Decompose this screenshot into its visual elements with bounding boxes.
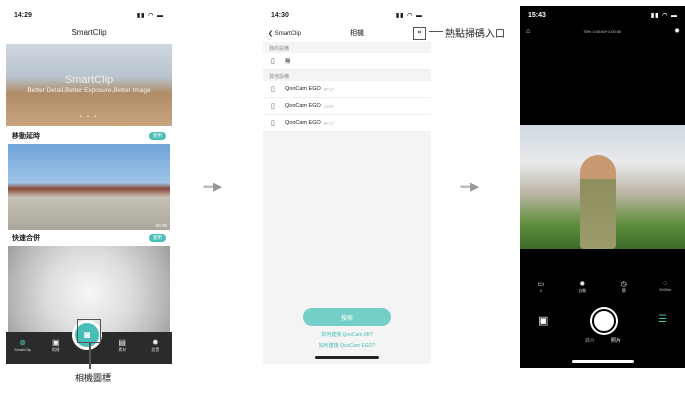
tab-material[interactable]: ▤ 素材	[110, 338, 134, 353]
gear-icon: ✹	[579, 281, 586, 288]
tab-settings[interactable]: ✹ 設置	[143, 338, 167, 353]
video-duration: 00:30	[155, 223, 167, 228]
list-item: ▯ 無	[263, 53, 431, 70]
status-time: 14:29	[14, 11, 32, 19]
mode-photo[interactable]: 照片	[611, 337, 621, 344]
help-link-ego[interactable]: 如何連接 QooCam EGO?	[263, 342, 431, 349]
callout-camera-icon: 相機圖標	[74, 373, 111, 383]
timelapse-thumbnail[interactable]: 00:30	[8, 144, 170, 230]
home-indicator	[315, 356, 379, 359]
section-title: 快速合併	[12, 235, 40, 242]
preview-subject	[580, 155, 616, 249]
banner-pager-dots: • • •	[79, 114, 99, 120]
camera-status: 75% 1:00:00+1:00:00	[583, 28, 622, 34]
use-button[interactable]: 使用	[149, 132, 166, 140]
callout-line	[429, 31, 443, 32]
tab-album[interactable]: ▣ 相冊	[44, 338, 68, 353]
flow-arrow-icon: ▪▪▪▪▶	[460, 181, 479, 193]
timer-control[interactable]: ◷ 關	[609, 280, 639, 294]
resolution-icon: ◌	[663, 280, 668, 287]
phone-camera-connect: 14:30 ▮▮ ◠ ▬ ❮ SmartClip 相機 ⌗ 我的設備 ▯ 無 其他…	[263, 6, 431, 364]
section-title: 移動延時	[12, 133, 40, 140]
back-button[interactable]: ❮ SmartClip	[268, 30, 301, 37]
help-link-8k[interactable]: 如何連接 QooCam 8K?	[263, 331, 431, 338]
section-quick-merge: 快速合併 使用	[6, 230, 172, 246]
phone-camera-viewfinder: 15:43 ▮▮ ◠ ▬ ⌂ 75% 1:00:00+1:00:00 ✹ ▭ 3 …	[520, 6, 685, 368]
resolution-control[interactable]: ◌ 2000m	[650, 280, 680, 294]
phone-smartclip-home: 14:29 ▮▮ ◠ ▬ SmartClip SmartClip Better …	[6, 6, 172, 364]
section-motion-timelapse: 移動延時 使用	[6, 128, 172, 144]
promo-banner[interactable]: SmartClip Better Detail,Better Exposure,…	[6, 44, 172, 126]
status-icons: ▮▮ ◠ ▬	[395, 12, 423, 19]
ratio-icon: ▭	[537, 281, 545, 288]
sliders-icon[interactable]: ☰	[658, 314, 667, 325]
phone-icon: ▯	[271, 58, 275, 65]
search-button[interactable]: 搜索	[303, 308, 391, 326]
page-title: 相機	[350, 30, 365, 37]
use-button[interactable]: 使用	[149, 234, 166, 242]
gear-icon[interactable]: ✹	[674, 27, 680, 35]
shutter-button[interactable]	[592, 309, 616, 333]
material-icon: ▤	[118, 338, 126, 347]
status-bar: 14:29 ▮▮ ◠ ▬	[6, 6, 172, 24]
status-time: 14:30	[271, 11, 289, 19]
status-time: 15:43	[528, 11, 546, 19]
status-icons: ▮▮ ◠ ▬	[136, 12, 164, 19]
device-icon: ▯	[271, 120, 275, 127]
flow-arrow-icon: ▪▪▪▪▶	[203, 181, 222, 193]
camera-controls: ▭ 3 ✹ 自動 ◷ 關 ◌ 2000m	[520, 280, 685, 294]
scan-icon: ⌗	[417, 29, 422, 36]
home-indicator	[572, 360, 634, 363]
scan-qr-button[interactable]: ⌗	[412, 26, 426, 40]
home-icon[interactable]: ⌂	[526, 28, 530, 35]
group-other-devices: 其他設備	[269, 74, 290, 80]
device-row[interactable]: ▯ QooCam EGO 1190	[263, 98, 431, 115]
camera-top-bar: ⌂ 75% 1:00:00+1:00:00 ✹	[520, 24, 685, 38]
callout-scan-entry: 熱點掃碼入口	[445, 29, 505, 40]
camera-highlight-box	[77, 319, 101, 343]
gallery-icon[interactable]: ▣	[538, 314, 548, 327]
status-bar: 14:30 ▮▮ ◠ ▬	[263, 6, 431, 24]
chevron-left-icon: ❮	[268, 30, 274, 37]
status-bar: 15:43 ▮▮ ◠ ▬	[520, 6, 685, 24]
ratio-control[interactable]: ▭ 3	[526, 280, 556, 294]
banner-subtitle: Better Detail,Better Exposure,Better Ima…	[27, 87, 151, 94]
device-icon: ▯	[271, 86, 275, 93]
callout-line	[89, 343, 91, 369]
banner-title: SmartClip	[64, 74, 114, 86]
mode-switch: 錄片 照片	[520, 337, 685, 344]
group-my-devices: 我的設備	[269, 46, 290, 52]
gear-icon: ✹	[151, 338, 159, 347]
live-preview[interactable]	[520, 125, 685, 249]
mode-video[interactable]: 錄片	[585, 337, 595, 344]
mode-control[interactable]: ✹ 自動	[567, 280, 597, 294]
device-icon: ▯	[271, 103, 275, 110]
album-icon: ▣	[52, 338, 60, 347]
device-row[interactable]: ▯ QooCam EGO 8F17	[263, 115, 431, 132]
device-row[interactable]: ▯ QooCam EGO 8F17	[263, 81, 431, 98]
app-title: SmartClip	[71, 28, 107, 37]
nav-bar: ❮ SmartClip 相機 ⌗	[263, 24, 431, 42]
timer-icon: ◷	[620, 281, 627, 288]
status-icons: ▮▮ ◠ ▬	[650, 12, 678, 19]
tab-smartclip[interactable]: ⊗ SmartClip	[11, 338, 35, 352]
smartclip-icon: ⊗	[19, 338, 26, 347]
